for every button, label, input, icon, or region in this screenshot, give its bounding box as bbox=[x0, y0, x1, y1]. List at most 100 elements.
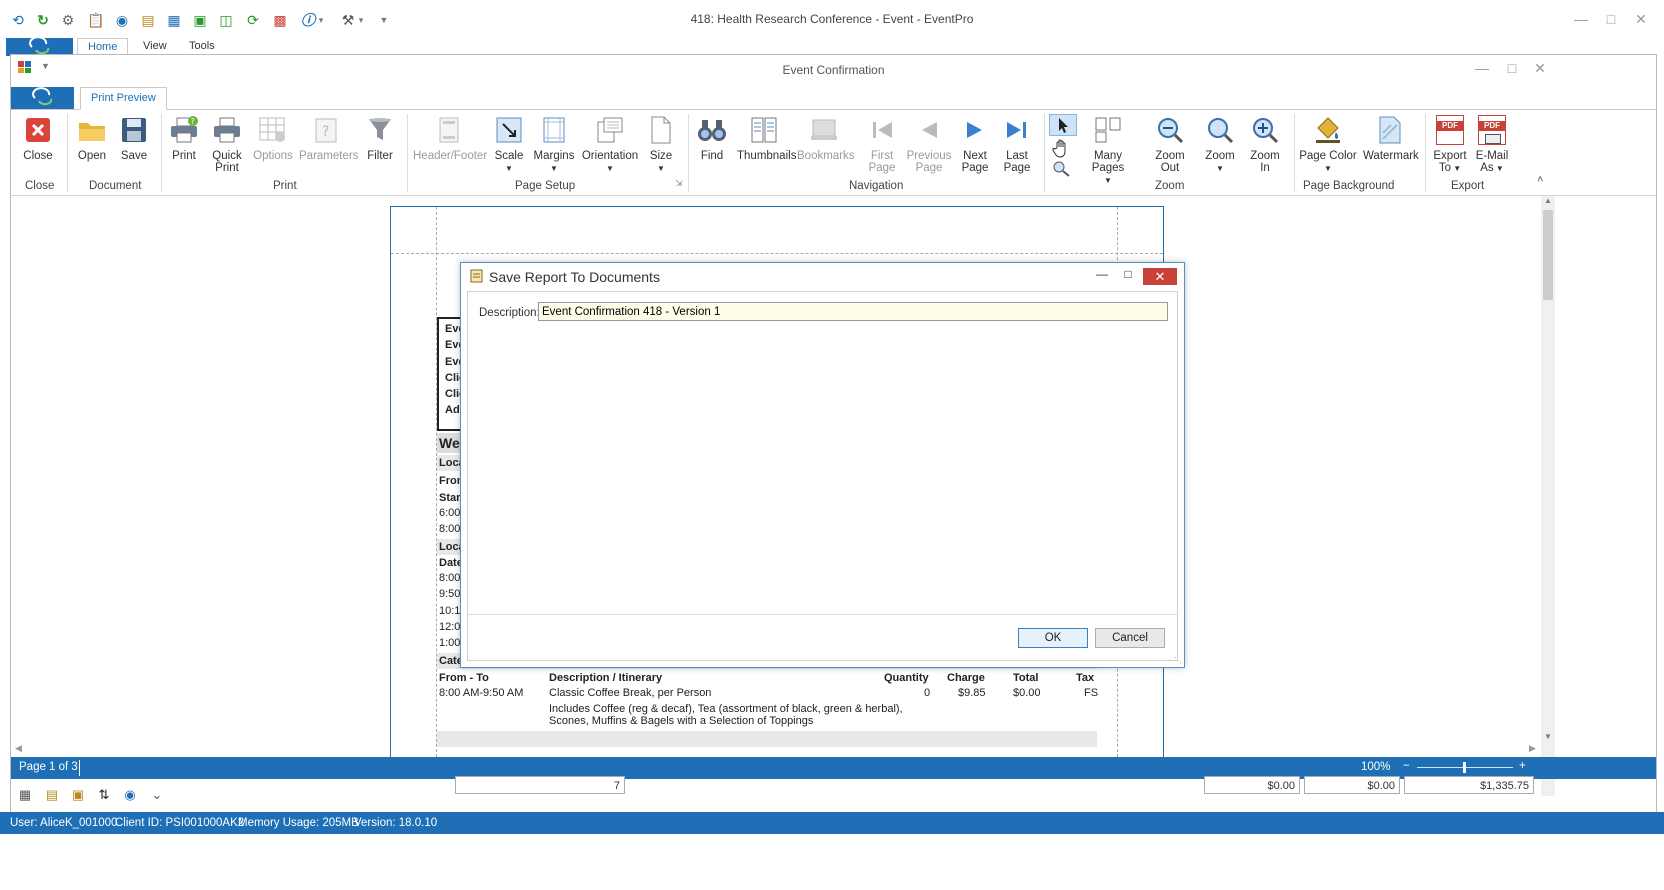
globe-icon[interactable]: ◉ bbox=[121, 786, 139, 804]
zoom-slider-thumb[interactable] bbox=[1463, 762, 1466, 773]
floppy-disk-icon bbox=[118, 114, 150, 146]
dialog-minimize-icon[interactable]: — bbox=[1091, 267, 1113, 285]
ok-button[interactable]: OK bbox=[1018, 628, 1088, 648]
notes-icon[interactable]: ▤ bbox=[43, 786, 61, 804]
bookmarks-button[interactable]: Bookmarks bbox=[797, 114, 855, 162]
inner-maximize-icon[interactable]: □ bbox=[1501, 57, 1523, 79]
header-footer-icon bbox=[433, 114, 465, 146]
dialog-close-button[interactable]: ✕ bbox=[1143, 268, 1177, 285]
sort-icon[interactable]: ⇅ bbox=[95, 786, 113, 804]
group-print-label: Print bbox=[273, 180, 297, 192]
save-button[interactable]: Save bbox=[117, 114, 151, 162]
vertical-scroll-thumb[interactable] bbox=[1543, 210, 1553, 300]
size-button[interactable]: Size ▼ bbox=[645, 114, 677, 175]
save-report-dialog: Save Report To Documents — □ ✕ Descripti… bbox=[460, 262, 1185, 668]
email-as-button[interactable]: PDF E-Mail As ▼ bbox=[1473, 114, 1511, 175]
total-cell-1: $0.00 bbox=[1204, 776, 1300, 794]
inner-minimize-icon[interactable]: — bbox=[1471, 57, 1493, 79]
description-label: Description: bbox=[479, 307, 540, 319]
scroll-right-icon[interactable]: ▶ bbox=[1529, 743, 1536, 754]
maximize-icon[interactable]: □ bbox=[1600, 8, 1622, 30]
resize-grip-icon[interactable]: ⋱ bbox=[1174, 656, 1182, 665]
scroll-down-icon[interactable]: ▼ bbox=[1541, 732, 1555, 744]
separator bbox=[688, 114, 689, 192]
print-button[interactable]: ? Print bbox=[167, 114, 201, 162]
cancel-button[interactable]: Cancel bbox=[1095, 628, 1165, 648]
last-page-button[interactable]: Last Page bbox=[999, 114, 1035, 174]
scale-button[interactable]: Scale ▼ bbox=[491, 114, 527, 175]
quick-print-button[interactable]: Quick Print bbox=[209, 114, 245, 174]
options-button[interactable]: Options bbox=[253, 114, 293, 162]
printer-icon: ? bbox=[168, 114, 200, 146]
find-button[interactable]: Find bbox=[695, 114, 729, 162]
report-cell: $0.00 bbox=[1013, 687, 1041, 699]
group-document-label: Document bbox=[89, 180, 142, 192]
user-status: User: AliceK_001000 bbox=[10, 817, 118, 829]
export-to-button[interactable]: PDF Export To ▼ bbox=[1431, 114, 1469, 175]
ribbon-tab-bar: Print Preview bbox=[11, 87, 1656, 110]
filter-button[interactable]: Filter bbox=[363, 114, 397, 162]
minimize-icon[interactable]: — bbox=[1570, 8, 1592, 30]
separator bbox=[1425, 114, 1426, 192]
zoom-minus-button[interactable]: − bbox=[1403, 760, 1410, 772]
zoom-plus-button[interactable]: + bbox=[1519, 760, 1526, 772]
options-grid-icon bbox=[257, 114, 289, 146]
orientation-button[interactable]: Orientation ▼ bbox=[581, 114, 639, 175]
report-table-header: Quantity bbox=[884, 672, 929, 684]
funnel-icon bbox=[364, 114, 396, 146]
header-footer-button[interactable]: Header/Footer bbox=[413, 114, 487, 162]
zoom-out-icon bbox=[1154, 114, 1186, 146]
zoom-in-button[interactable]: Zoom In bbox=[1245, 114, 1285, 174]
previous-page-button[interactable]: Previous Page bbox=[905, 114, 953, 174]
memory-status: Memory Usage: 205MB bbox=[238, 817, 359, 829]
page-setup-launcher-icon[interactable]: ⇲ bbox=[675, 178, 683, 189]
report-text: 1:00 bbox=[439, 637, 461, 649]
parameters-button[interactable]: ? Parameters bbox=[299, 114, 358, 162]
close-button[interactable]: Close bbox=[21, 114, 55, 162]
first-page-button[interactable]: First Page bbox=[863, 114, 901, 174]
margins-button[interactable]: Margins ▼ bbox=[533, 114, 575, 175]
paint-bucket-icon bbox=[1312, 114, 1344, 146]
margins-dropdown-icon: ▼ bbox=[550, 164, 558, 173]
tab-print-preview[interactable]: Print Preview bbox=[80, 87, 167, 110]
report-table-header: Tax bbox=[1076, 672, 1095, 684]
page-size-icon bbox=[645, 114, 677, 146]
dialog-maximize-icon[interactable]: □ bbox=[1117, 267, 1139, 285]
report-cell: $9.85 bbox=[958, 687, 986, 699]
pointer-tool-button[interactable] bbox=[1049, 114, 1077, 136]
group-page-background-label: Page Background bbox=[1303, 180, 1395, 192]
close-window-icon[interactable]: ✕ bbox=[1630, 8, 1652, 30]
scroll-left-icon[interactable]: ◀ bbox=[15, 743, 22, 754]
total-cell-2: $0.00 bbox=[1304, 776, 1400, 794]
vertical-scrollbar[interactable]: ▲ ▼ bbox=[1541, 196, 1555, 796]
report-cell: FS bbox=[1084, 687, 1099, 699]
thumbnails-button[interactable]: Thumbnails bbox=[737, 114, 796, 162]
zoom-out-button[interactable]: Zoom Out bbox=[1145, 114, 1195, 174]
next-page-icon bbox=[959, 114, 991, 146]
collapse-ribbon-icon[interactable]: ˄ bbox=[1537, 174, 1543, 186]
scroll-up-icon[interactable]: ▲ bbox=[1541, 196, 1555, 208]
calculator-icon[interactable]: ▦ bbox=[16, 786, 34, 804]
tab-view[interactable]: View bbox=[143, 40, 167, 52]
magnifier-tool-button[interactable] bbox=[1051, 160, 1073, 178]
client-id-status: Client ID: PSI001000AK2 bbox=[115, 817, 245, 829]
many-pages-button[interactable]: Many Pages ▼ bbox=[1079, 114, 1137, 187]
inner-close-icon[interactable]: ✕ bbox=[1529, 57, 1551, 79]
page-color-button[interactable]: Page Color ▼ bbox=[1299, 114, 1357, 175]
zoom-in-icon bbox=[1249, 114, 1281, 146]
app-title: 418: Health Research Conference - Event … bbox=[690, 12, 974, 26]
next-page-button[interactable]: Next Page bbox=[957, 114, 993, 174]
description-input[interactable] bbox=[538, 302, 1168, 321]
watermark-button[interactable]: Watermark bbox=[1363, 114, 1419, 162]
zoom-button[interactable]: Zoom ▼ bbox=[1203, 114, 1237, 175]
documents-icon[interactable]: ▣ bbox=[69, 786, 87, 804]
inner-app-menu-button[interactable] bbox=[11, 87, 74, 109]
open-button[interactable]: Open bbox=[75, 114, 109, 162]
tab-tools[interactable]: Tools bbox=[189, 40, 215, 52]
report-cell: Scones, Muffins & Bagels with a Selectio… bbox=[549, 715, 814, 727]
pdf-export-icon: PDF bbox=[1434, 114, 1466, 146]
hand-tool-button[interactable] bbox=[1051, 138, 1073, 158]
last-page-icon bbox=[1001, 114, 1033, 146]
more-dropdown-icon[interactable]: ⌄ bbox=[148, 786, 166, 804]
app-status-bar: User: AliceK_001000 Client ID: PSI001000… bbox=[0, 812, 1664, 834]
